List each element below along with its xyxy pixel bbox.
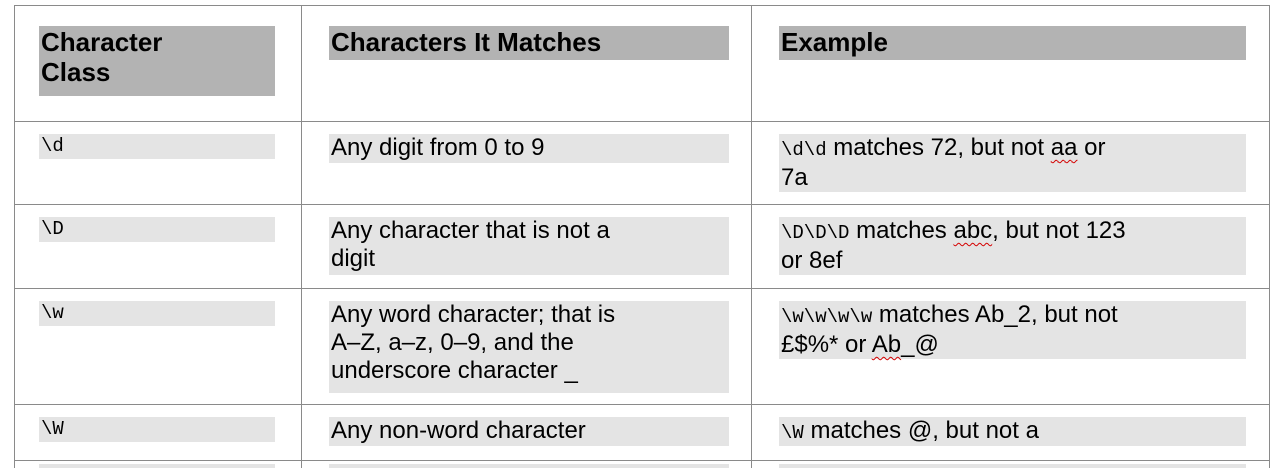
class-cell: \d bbox=[41, 135, 64, 157]
column-divider bbox=[751, 5, 752, 468]
example-text: £$%* or bbox=[781, 331, 872, 358]
example-text: matches Ab_2, but not bbox=[872, 301, 1118, 328]
cell-bg bbox=[779, 464, 1246, 468]
example-line: \D\D\D matches abc, but not 123 bbox=[781, 217, 1243, 247]
regex-table: Character Class Characters It Matches Ex… bbox=[0, 0, 1280, 468]
cell-bg bbox=[329, 464, 729, 468]
spellcheck-word: abc bbox=[953, 217, 993, 244]
matches-line: underscore character _ bbox=[331, 357, 578, 384]
example-cell: \w\w\w\w matches Ab_2, but not £$%* or A… bbox=[781, 301, 1243, 359]
example-text: _@ bbox=[901, 331, 939, 358]
row-divider bbox=[14, 121, 1270, 122]
example-line: 7a bbox=[781, 164, 808, 191]
example-line: £$%* or Ab_@ bbox=[781, 331, 1243, 359]
header-characters-it-matches: Characters It Matches bbox=[331, 27, 602, 57]
example-line: \d\d matches 72, but not aa or bbox=[781, 134, 1243, 164]
column-divider bbox=[301, 5, 302, 468]
matches-cell: Any non-word character bbox=[331, 417, 586, 444]
row-divider bbox=[14, 404, 1270, 405]
example-text: or bbox=[1077, 134, 1106, 161]
example-cell: \d\d matches 72, but not aa or 7a bbox=[781, 134, 1243, 192]
table-top-border bbox=[14, 5, 1270, 6]
example-text: matches 72, but not bbox=[826, 134, 1051, 161]
example-cell: \W matches @, but not a bbox=[781, 417, 1243, 447]
class-cell: \w bbox=[41, 302, 64, 324]
example-code: \W bbox=[781, 422, 804, 444]
example-line: \w\w\w\w matches Ab_2, but not bbox=[781, 301, 1243, 331]
example-line: or 8ef bbox=[781, 247, 843, 274]
matches-cell: Any digit from 0 to 9 bbox=[331, 134, 545, 161]
spellcheck-word: aa bbox=[1050, 134, 1078, 161]
header-example: Example bbox=[781, 27, 888, 57]
matches-cell: Any word character; that is A–Z, a–z, 0–… bbox=[331, 301, 615, 385]
header-line: Character bbox=[41, 27, 163, 57]
example-line: \W matches @, but not a bbox=[781, 417, 1243, 447]
example-code: \D\D\D bbox=[781, 222, 850, 244]
cell-bg bbox=[39, 134, 275, 159]
spellcheck-word: Ab bbox=[871, 331, 902, 358]
class-cell: \D bbox=[41, 218, 64, 240]
matches-line: digit bbox=[331, 245, 376, 272]
example-text: , but not 123 bbox=[992, 217, 1126, 244]
cell-bg bbox=[39, 217, 275, 242]
row-divider bbox=[14, 460, 1270, 461]
matches-line: A–Z, a–z, 0–9, and the bbox=[331, 329, 574, 356]
matches-line: Any character that is not a bbox=[331, 217, 610, 244]
table-right-border bbox=[1269, 5, 1270, 468]
cell-bg bbox=[39, 301, 275, 326]
example-code: \d\d bbox=[781, 139, 827, 161]
example-text: matches bbox=[849, 217, 954, 244]
matches-cell: Any character that is not a digit bbox=[331, 217, 610, 273]
example-code: \w\w\w\w bbox=[781, 306, 873, 328]
example-cell: \D\D\D matches abc, but not 123 or 8ef bbox=[781, 217, 1243, 275]
row-divider bbox=[14, 204, 1270, 205]
class-cell: \W bbox=[41, 418, 64, 440]
header-character-class: Character Class bbox=[41, 27, 162, 87]
cell-bg bbox=[39, 417, 275, 442]
cell-bg bbox=[39, 464, 275, 468]
example-text: matches @, but not a bbox=[803, 417, 1039, 444]
matches-line: Any word character; that is bbox=[331, 301, 616, 328]
table-left-border bbox=[14, 5, 15, 468]
row-divider bbox=[14, 288, 1270, 289]
header-line: Class bbox=[41, 57, 111, 87]
